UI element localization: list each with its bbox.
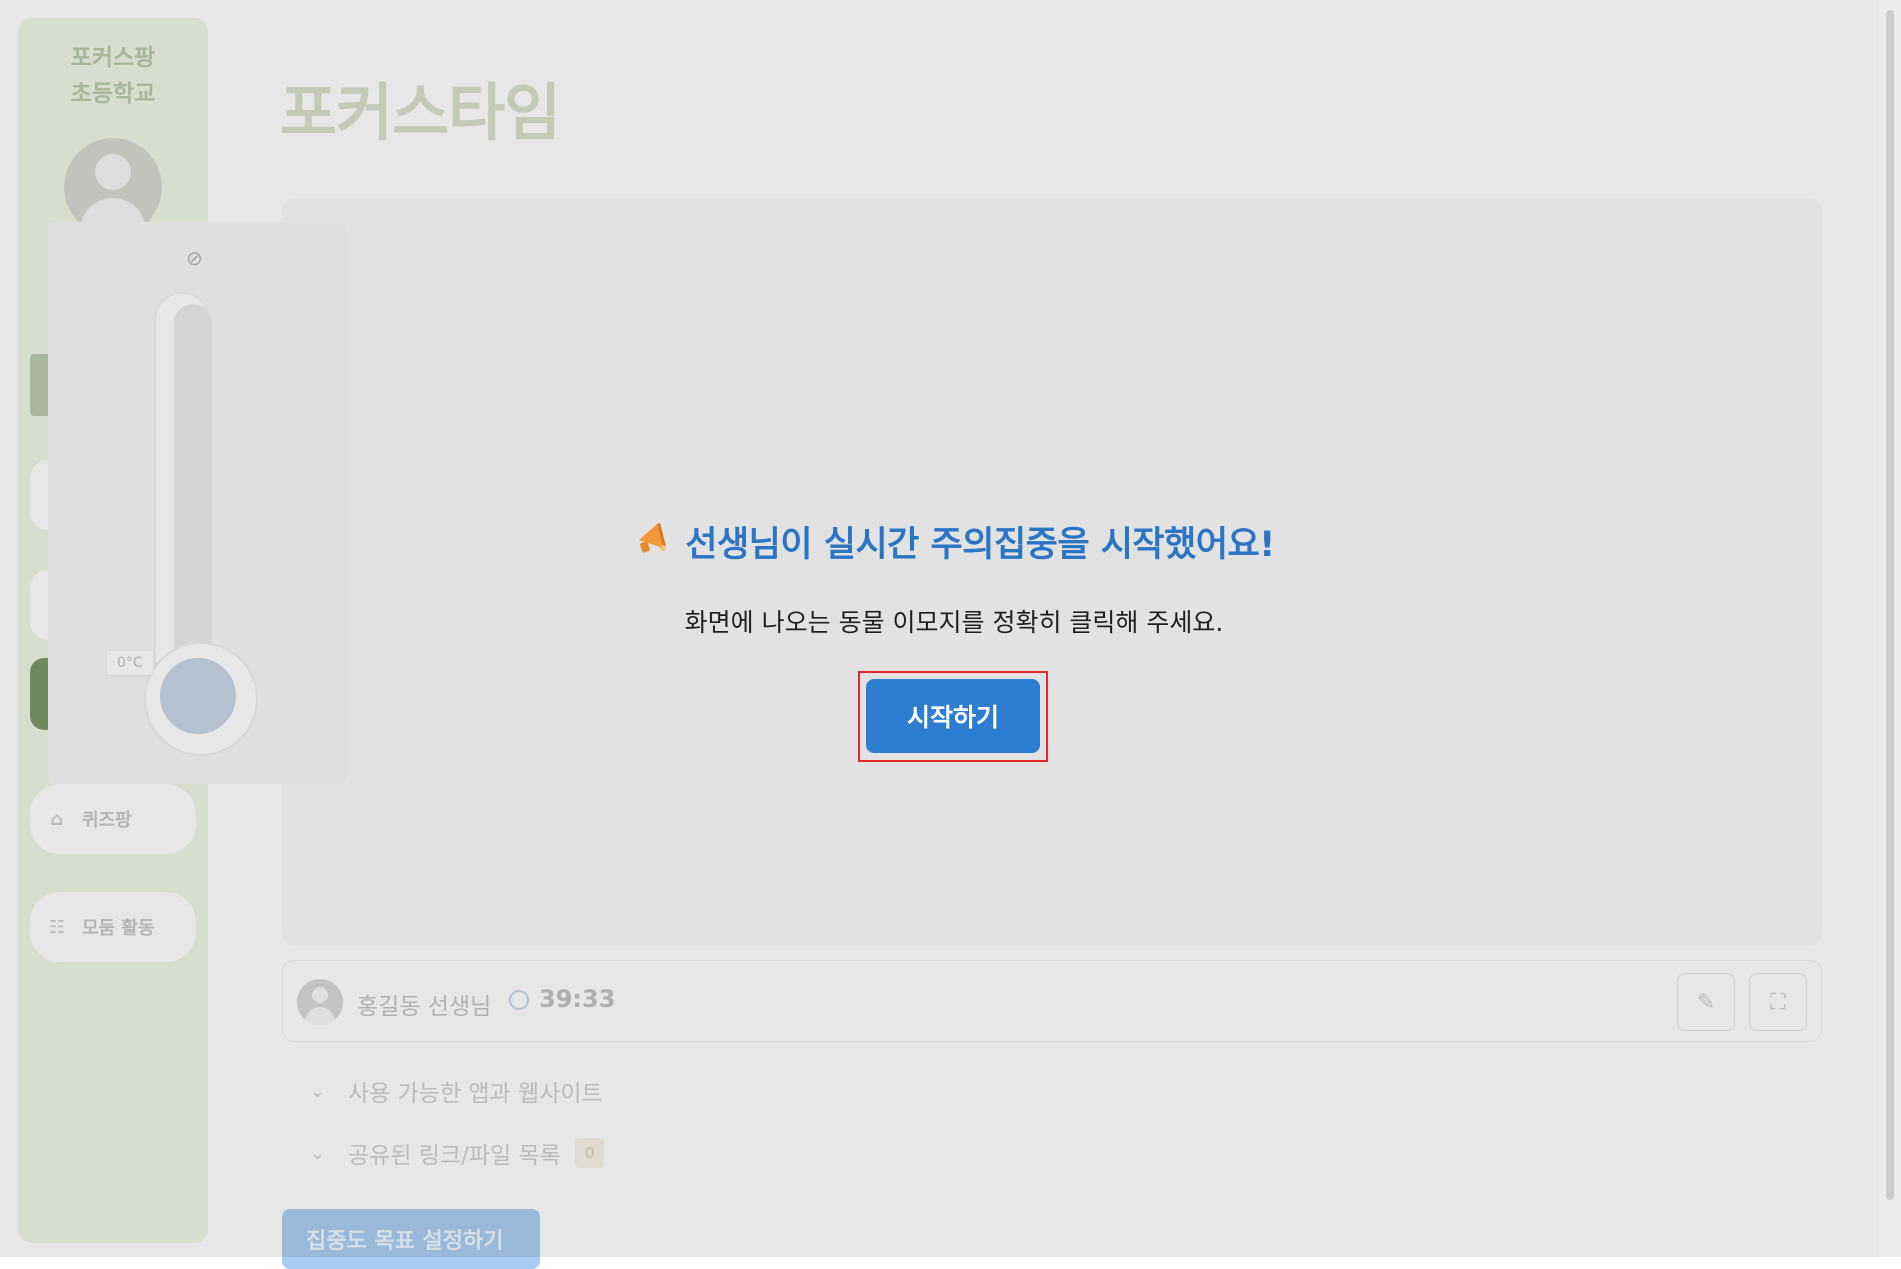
start-button[interactable]: 시작하기 — [866, 679, 1040, 753]
megaphone-icon — [633, 518, 671, 565]
notice-title-text: 선생님이 실시간 주의집중을 시작했어요! — [685, 525, 1275, 565]
notice-message: 화면에 나오는 동물 이모지를 정확히 클릭해 주세요. — [684, 608, 1224, 637]
notice-title: 선생님이 실시간 주의집중을 시작했어요! — [0, 516, 1901, 567]
